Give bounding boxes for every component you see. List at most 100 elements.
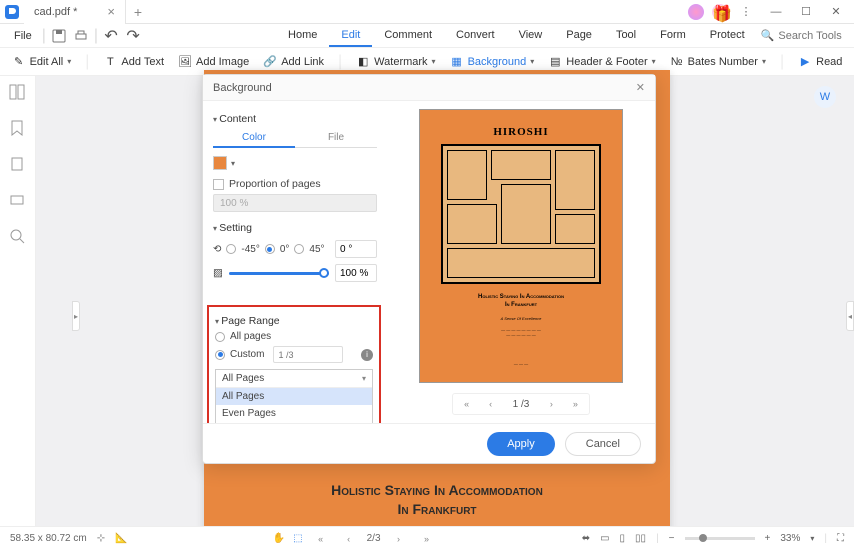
user-avatar-icon[interactable] bbox=[688, 4, 704, 20]
dialog-close-icon[interactable]: ✕ bbox=[636, 81, 645, 94]
hand-tool-icon[interactable]: ✋ bbox=[273, 533, 285, 544]
custom-radio[interactable] bbox=[215, 350, 225, 360]
opacity-input[interactable] bbox=[335, 264, 377, 282]
edit-all-tool[interactable]: ✎ Edit All ▾ bbox=[12, 55, 72, 69]
tab-comment[interactable]: Comment bbox=[372, 25, 444, 47]
kebab-menu-icon[interactable]: ⋮ bbox=[732, 2, 760, 22]
rotate-icon: ⟲ bbox=[213, 244, 221, 255]
zoom-slider[interactable] bbox=[685, 537, 755, 540]
document-tab[interactable]: cad.pdf * × bbox=[24, 0, 126, 24]
single-page-icon[interactable]: ▯ bbox=[620, 533, 626, 544]
dropdown-option-even[interactable]: Even Pages bbox=[216, 405, 372, 422]
text-icon: T bbox=[103, 55, 117, 69]
undo-icon[interactable]: ↶ bbox=[102, 27, 120, 45]
close-tab-icon[interactable]: × bbox=[107, 4, 115, 19]
fit-width-icon[interactable]: ⬌ bbox=[582, 533, 590, 544]
minimize-icon[interactable]: — bbox=[762, 2, 790, 22]
page-range-section[interactable]: Page Range bbox=[215, 315, 373, 327]
file-tab[interactable]: File bbox=[295, 129, 377, 148]
fullscreen-icon[interactable]: ⛶ bbox=[837, 533, 844, 544]
page-subset-dropdown[interactable]: All Pages All Pages Even Pages Odd Pages bbox=[215, 369, 373, 423]
sb-last-icon[interactable]: » bbox=[417, 534, 437, 544]
tab-home[interactable]: Home bbox=[276, 25, 329, 47]
color-picker-chip[interactable] bbox=[213, 156, 227, 170]
angle-m45-radio[interactable] bbox=[226, 244, 236, 254]
app-logo bbox=[0, 0, 24, 24]
tab-form[interactable]: Form bbox=[648, 25, 698, 47]
dropdown-option-all[interactable]: All Pages bbox=[216, 388, 372, 405]
maximize-icon[interactable]: ☐ bbox=[792, 2, 820, 22]
expand-left-handle[interactable]: ▸ bbox=[72, 301, 80, 331]
pager-last-icon[interactable]: » bbox=[565, 399, 585, 409]
caret-down-icon: ▾ bbox=[530, 57, 534, 66]
save-icon[interactable] bbox=[50, 27, 68, 45]
read-tool[interactable]: ▶ Read bbox=[798, 55, 842, 69]
header-footer-icon: ▤ bbox=[548, 55, 562, 69]
zoom-caret-icon[interactable]: ▾ bbox=[810, 534, 814, 543]
sb-first-icon[interactable]: « bbox=[311, 534, 331, 544]
pager-next-icon[interactable]: › bbox=[541, 399, 561, 409]
all-pages-radio[interactable] bbox=[215, 332, 225, 342]
watermark-tool[interactable]: ◧ Watermark ▾ bbox=[356, 55, 435, 69]
attachment-icon[interactable] bbox=[9, 156, 27, 174]
info-icon[interactable]: i bbox=[361, 349, 373, 361]
angle-input[interactable] bbox=[335, 240, 377, 258]
tab-tool[interactable]: Tool bbox=[604, 25, 648, 47]
new-tab-button[interactable]: + bbox=[126, 4, 150, 20]
layers-icon[interactable] bbox=[9, 192, 27, 210]
pager-prev-icon[interactable]: ‹ bbox=[481, 399, 501, 409]
redo-icon[interactable]: ↷ bbox=[124, 27, 142, 45]
add-text-tool[interactable]: T Add Text bbox=[103, 55, 164, 69]
content-section[interactable]: Content bbox=[213, 113, 377, 125]
doc-heading-2: In Frankfurt bbox=[204, 500, 670, 520]
pager-first-icon[interactable]: « bbox=[457, 399, 477, 409]
zoom-out-icon[interactable]: − bbox=[669, 533, 675, 544]
custom-range-input[interactable] bbox=[273, 346, 343, 363]
gift-icon[interactable]: 🎁 bbox=[712, 4, 728, 20]
select-tool-icon[interactable]: ⬚ bbox=[293, 533, 302, 544]
tab-view[interactable]: View bbox=[507, 25, 555, 47]
thumbnails-icon[interactable] bbox=[9, 84, 27, 102]
background-preview: HIROSHI Holistic Staying In Accommodatio… bbox=[419, 109, 623, 383]
convert-to-word-icon[interactable]: W bbox=[814, 86, 836, 108]
edit-icon: ✎ bbox=[12, 55, 26, 69]
angle-0-radio[interactable] bbox=[265, 244, 275, 254]
cancel-button[interactable]: Cancel bbox=[565, 432, 641, 456]
setting-section[interactable]: Setting bbox=[213, 222, 377, 234]
snap-icon[interactable]: ⊹ bbox=[97, 533, 105, 544]
bookmark-icon[interactable] bbox=[9, 120, 27, 138]
ruler-icon[interactable]: 📐 bbox=[115, 533, 127, 544]
search-tools-input[interactable] bbox=[778, 30, 854, 42]
file-menu[interactable]: File bbox=[8, 30, 38, 42]
proportion-checkbox[interactable] bbox=[213, 179, 224, 190]
add-link-tool[interactable]: 🔗 Add Link bbox=[263, 55, 324, 69]
search-panel-icon[interactable] bbox=[9, 228, 27, 246]
dropdown-option-odd[interactable]: Odd Pages bbox=[216, 422, 372, 423]
bates-icon: № bbox=[670, 55, 684, 69]
preview-signature: A Sense Of Excellence bbox=[501, 316, 542, 321]
add-image-tool[interactable]: 🖼 Add Image bbox=[178, 55, 249, 69]
color-tab[interactable]: Color bbox=[213, 129, 295, 148]
opacity-slider[interactable] bbox=[229, 272, 329, 275]
zoom-in-icon[interactable]: + bbox=[765, 533, 771, 544]
sb-prev-icon[interactable]: ‹ bbox=[339, 534, 359, 544]
expand-right-handle[interactable]: ◂ bbox=[846, 301, 854, 331]
dialog-title: Background bbox=[213, 82, 272, 94]
caret-down-icon[interactable]: ▾ bbox=[231, 159, 235, 168]
dropdown-selected[interactable]: All Pages bbox=[216, 370, 372, 387]
doc-heading-1: Holistic Staying In Accommodation bbox=[204, 481, 670, 501]
apply-button[interactable]: Apply bbox=[487, 432, 555, 456]
print-icon[interactable] bbox=[72, 27, 90, 45]
sb-next-icon[interactable]: › bbox=[389, 534, 409, 544]
fit-page-icon[interactable]: ▭ bbox=[600, 533, 609, 544]
header-footer-tool[interactable]: ▤ Header & Footer ▾ bbox=[548, 55, 655, 69]
close-window-icon[interactable]: ✕ bbox=[822, 2, 850, 22]
tab-convert[interactable]: Convert bbox=[444, 25, 507, 47]
tab-page[interactable]: Page bbox=[554, 25, 604, 47]
bates-number-tool[interactable]: № Bates Number ▾ bbox=[670, 55, 766, 69]
angle-45-radio[interactable] bbox=[294, 244, 304, 254]
two-page-icon[interactable]: ▯▯ bbox=[635, 533, 646, 544]
tab-protect[interactable]: Protect bbox=[698, 25, 757, 47]
background-tool[interactable]: ▦ Background ▾ bbox=[450, 55, 535, 69]
tab-edit[interactable]: Edit bbox=[329, 25, 372, 47]
